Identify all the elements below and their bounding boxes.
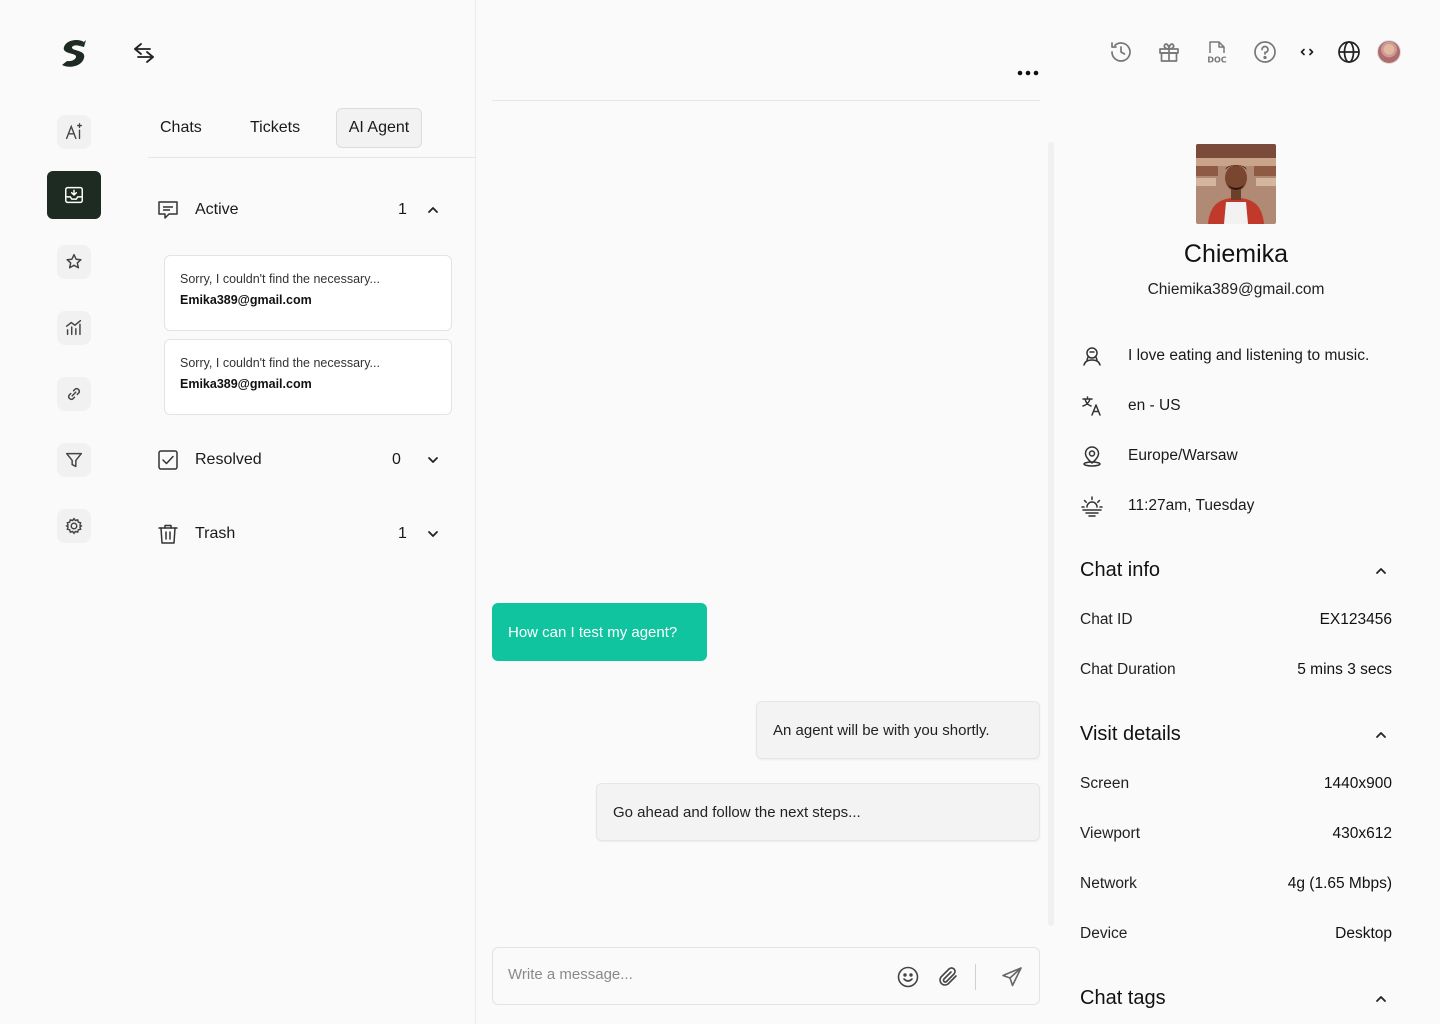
translate-icon <box>1082 396 1101 416</box>
chat-email: Emika389@gmail.com <box>180 377 312 391</box>
divider <box>492 100 1040 101</box>
composer-divider <box>975 964 976 990</box>
chevron-up-icon[interactable] <box>1374 992 1388 1006</box>
contact-name: Chiemika <box>1183 240 1289 268</box>
network-value: 4g (1.65 Mbps) <box>1287 875 1392 892</box>
person-icon <box>1083 347 1101 366</box>
inbox-tabs: Chats Tickets AI Agent <box>148 106 476 158</box>
group-count: 0 <box>392 451 401 468</box>
contact-bio: I love eating and listening to music. <box>1080 342 1410 370</box>
user-avatar[interactable] <box>1377 40 1401 64</box>
viewport-value: 430x612 <box>1332 825 1392 842</box>
nav-filters[interactable] <box>47 436 101 484</box>
contact-timezone: Europe/Warsaw <box>1080 442 1410 470</box>
link-icon <box>67 387 81 401</box>
group-label: Resolved <box>195 451 262 468</box>
more-options-icon[interactable] <box>1016 66 1040 80</box>
group-count: 1 <box>398 525 407 542</box>
tab-chats[interactable]: Chats <box>160 108 202 148</box>
send-icon[interactable] <box>1000 965 1024 989</box>
nav-settings[interactable] <box>47 502 101 550</box>
nav-inbox[interactable] <box>47 171 101 219</box>
chevron-up-icon[interactable] <box>1374 728 1388 742</box>
profile-panel: Chiemika Chiemika389@gmail.com I love ea… <box>1056 100 1440 1024</box>
group-resolved[interactable]: Resolved 0 <box>156 445 446 475</box>
help-icon[interactable] <box>1252 39 1278 65</box>
group-label: Active <box>195 201 239 218</box>
contact-avatar <box>1196 144 1276 224</box>
message-agent: An agent will be with you shortly. <box>756 701 1040 759</box>
chevron-up-icon[interactable] <box>1374 564 1388 578</box>
chat-list-item[interactable]: Sorry, I couldn't find the necessary... … <box>164 339 452 415</box>
nav-analytics[interactable] <box>47 304 101 352</box>
chat-id-label: Chat ID <box>1080 611 1133 628</box>
contact-language: en - US <box>1080 392 1410 420</box>
chevron-up-icon[interactable] <box>426 203 440 217</box>
chat-email: Emika389@gmail.com <box>180 293 312 307</box>
section-chat-info-title[interactable]: Chat info <box>1080 559 1160 582</box>
nav-favorites[interactable] <box>47 238 101 286</box>
location-pin-icon <box>1083 446 1101 467</box>
brand-logo[interactable] <box>58 38 90 68</box>
conversation-panel: How can I test my agent? An agent will b… <box>476 0 1056 1024</box>
chat-bubble-icon <box>158 201 178 219</box>
tab-ai-agent[interactable]: AI Agent <box>336 108 422 148</box>
tab-tickets[interactable]: Tickets <box>250 108 300 148</box>
checkbox-icon <box>158 450 178 470</box>
group-trash[interactable]: Trash 1 <box>156 519 446 549</box>
gift-icon[interactable] <box>1156 39 1182 65</box>
ai-sparkle-icon <box>65 123 83 140</box>
viewport-label: Viewport <box>1080 825 1141 842</box>
chevron-down-icon[interactable] <box>426 527 440 541</box>
scrollbar[interactable] <box>1048 142 1054 926</box>
inbox-icon <box>65 186 83 204</box>
message-user: How can I test my agent? <box>492 603 707 661</box>
language-text: en - US <box>1128 397 1181 414</box>
local-time-text: 11:27am, Tuesday <box>1128 497 1255 514</box>
group-count: 1 <box>398 201 407 218</box>
nav-integrations[interactable] <box>47 370 101 418</box>
emoji-icon[interactable] <box>896 965 920 989</box>
device-label: Device <box>1080 925 1128 942</box>
network-label: Network <box>1080 875 1137 892</box>
contact-email: Chiemika389@gmail.com <box>1147 281 1325 298</box>
group-active[interactable]: Active 1 <box>156 195 446 225</box>
inbox-panel: Chats Tickets AI Agent Active 1 Sorry, I… <box>140 0 476 1024</box>
analytics-icon <box>65 319 82 336</box>
history-icon[interactable] <box>1108 39 1134 65</box>
nav-rail <box>0 0 154 1024</box>
chat-preview: Sorry, I couldn't find the necessary... <box>180 272 380 286</box>
sunrise-icon <box>1081 496 1103 517</box>
attachment-icon[interactable] <box>936 965 960 989</box>
chevron-down-icon[interactable] <box>426 453 440 467</box>
group-label: Trash <box>195 525 236 542</box>
code-icon[interactable] <box>1294 39 1320 65</box>
device-value: Desktop <box>1335 925 1392 942</box>
svg-text:DOC: DOC <box>1207 56 1226 65</box>
timezone-text: Europe/Warsaw <box>1128 447 1238 464</box>
contact-local-time: 11:27am, Tuesday <box>1080 492 1410 520</box>
chat-duration-label: Chat Duration <box>1080 661 1176 678</box>
chat-id-value: EX123456 <box>1319 611 1392 628</box>
globe-icon[interactable] <box>1336 39 1362 65</box>
message-composer <box>492 947 1040 1005</box>
section-visit-details-title[interactable]: Visit details <box>1080 723 1181 746</box>
message-agent: Go ahead and follow the next steps... <box>596 783 1040 841</box>
section-chat-tags-title[interactable]: Chat tags <box>1080 987 1166 1010</box>
chat-preview: Sorry, I couldn't find the necessary... <box>180 356 380 370</box>
chat-duration-value: 5 mins 3 secs <box>1297 661 1392 678</box>
screen-value: 1440x900 <box>1323 775 1392 792</box>
star-icon <box>66 253 82 269</box>
filter-icon <box>65 452 83 468</box>
nav-ai-assist[interactable] <box>47 108 101 156</box>
chat-list-item[interactable]: Sorry, I couldn't find the necessary... … <box>164 255 452 331</box>
message-input[interactable] <box>508 966 868 983</box>
screen-label: Screen <box>1080 775 1130 792</box>
doc-icon[interactable]: DOC <box>1204 39 1230 65</box>
trash-icon <box>158 524 178 544</box>
gear-icon <box>65 517 83 535</box>
bio-text: I love eating and listening to music. <box>1128 347 1370 364</box>
